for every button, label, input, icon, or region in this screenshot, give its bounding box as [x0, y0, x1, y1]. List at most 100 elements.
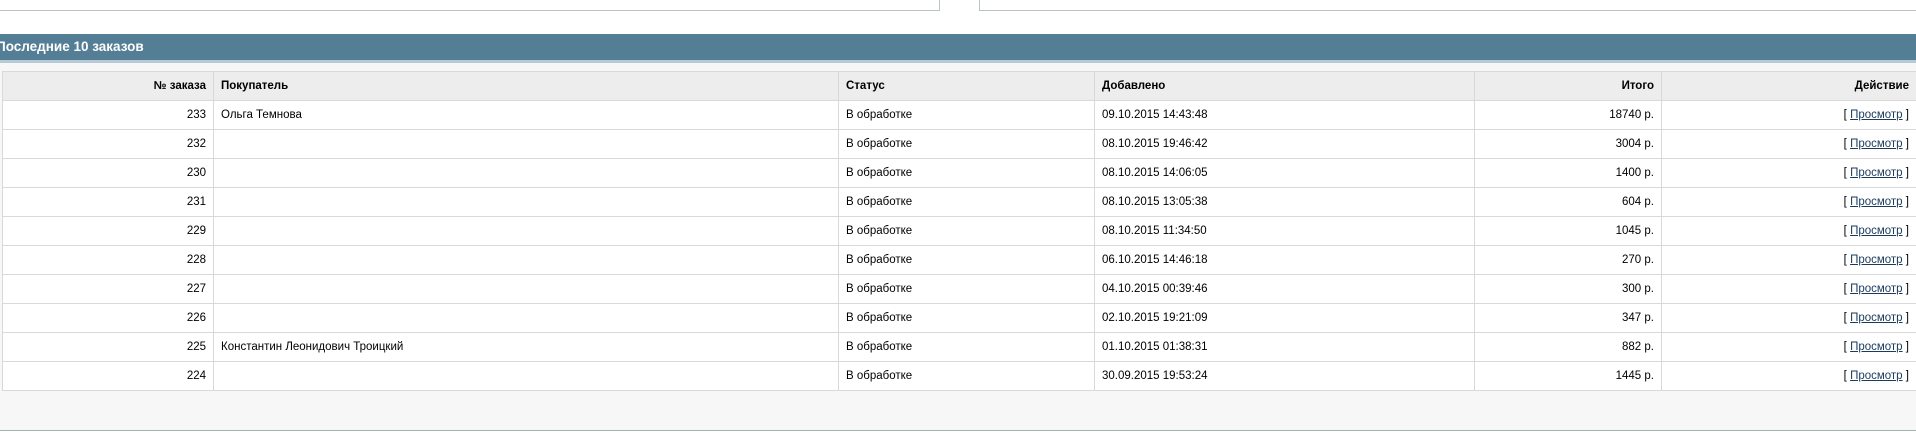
status-cell: В обработке	[838, 245, 1095, 275]
customer-cell	[213, 274, 839, 304]
total-cell: 300 р.	[1474, 274, 1662, 304]
bracket-open: [	[1843, 167, 1847, 179]
order-number-cell: 225	[2, 332, 214, 362]
latest-orders-panel: Последние 10 заказов № заказа Покупатель…	[0, 34, 1916, 431]
order-number-cell: 226	[2, 303, 214, 333]
total-cell: 882 р.	[1474, 332, 1662, 362]
table-row: 225 Константин Леонидович Троицкий В обраб…	[2, 332, 1916, 362]
added-date-cell: 06.10.2015 14:46:18	[1094, 245, 1475, 275]
order-number-cell: 228	[2, 245, 214, 275]
view-order-link[interactable]: Просмотр	[1850, 370, 1903, 382]
action-cell: [ Просмотр ]	[1661, 100, 1916, 130]
bracket-close: ]	[1905, 138, 1909, 150]
status-cell: В обработке	[838, 129, 1095, 159]
action-cell: [ Просмотр ]	[1661, 303, 1916, 333]
table-row: 228 В обработке 06.10.2015 14:46:18 270 р.[…	[2, 245, 1916, 275]
total-cell: 604 р.	[1474, 187, 1662, 217]
order-number-cell: 224	[2, 361, 214, 391]
customer-cell	[213, 158, 839, 188]
order-number-cell: 231	[2, 187, 214, 217]
bracket-close: ]	[1905, 109, 1909, 121]
action-cell: [ Просмотр ]	[1661, 158, 1916, 188]
customer-cell	[213, 361, 839, 391]
orders-table-head: № заказа Покупатель Статус Добавлено Ито…	[2, 71, 1916, 101]
total-cell: 1400 р.	[1474, 158, 1662, 188]
table-row: 232 В обработке 08.10.2015 19:46:42 3004 р.…	[2, 129, 1916, 159]
total-cell: 18740 р.	[1474, 100, 1662, 130]
status-cell: В обработке	[838, 158, 1095, 188]
column-header-total: Итого	[1474, 71, 1662, 101]
customer-cell	[213, 245, 839, 275]
added-date-cell: 08.10.2015 13:05:38	[1094, 187, 1475, 217]
added-date-cell: 02.10.2015 19:21:09	[1094, 303, 1475, 333]
bracket-open: [	[1843, 370, 1847, 382]
top-left-panel-edge	[0, 0, 940, 11]
bracket-close: ]	[1905, 312, 1909, 324]
added-date-cell: 04.10.2015 00:39:46	[1094, 274, 1475, 304]
action-cell: [ Просмотр ]	[1661, 129, 1916, 159]
view-order-link[interactable]: Просмотр	[1850, 167, 1903, 179]
customer-cell	[213, 187, 839, 217]
customer-cell	[213, 129, 839, 159]
panel-header: Последние 10 заказов	[0, 34, 1916, 63]
customer-cell	[213, 216, 839, 246]
view-order-link[interactable]: Просмотр	[1850, 283, 1903, 295]
view-order-link[interactable]: Просмотр	[1850, 196, 1903, 208]
status-cell: В обработке	[838, 332, 1095, 362]
status-cell: В обработке	[838, 187, 1095, 217]
orders-table: № заказа Покупатель Статус Добавлено Ито…	[2, 71, 1916, 391]
bracket-close: ]	[1905, 254, 1909, 266]
table-row: 233 Ольга Темнова В обработке 09.10.2015 14…	[2, 100, 1916, 130]
bracket-close: ]	[1905, 341, 1909, 353]
bracket-open: [	[1843, 283, 1847, 295]
order-number-cell: 227	[2, 274, 214, 304]
status-cell: В обработке	[838, 216, 1095, 246]
added-date-cell: 30.09.2015 19:53:24	[1094, 361, 1475, 391]
orders-table-wrap: № заказа Покупатель Статус Добавлено Ито…	[2, 71, 1916, 391]
table-row: 227 В обработке 04.10.2015 00:39:46 300 р.[…	[2, 274, 1916, 304]
status-cell: В обработке	[838, 100, 1095, 130]
table-row: 230 В обработке 08.10.2015 14:06:05 1400 р.…	[2, 158, 1916, 188]
total-cell: 3004 р.	[1474, 129, 1662, 159]
action-cell: [ Просмотр ]	[1661, 332, 1916, 362]
orders-table-body: 233 Ольга Темнова В обработке 09.10.2015 14…	[2, 100, 1916, 391]
action-cell: [ Просмотр ]	[1661, 274, 1916, 304]
bracket-open: [	[1843, 312, 1847, 324]
status-cell: В обработке	[838, 361, 1095, 391]
added-date-cell: 08.10.2015 19:46:42	[1094, 129, 1475, 159]
view-order-link[interactable]: Просмотр	[1850, 312, 1903, 324]
page: Последние 10 заказов № заказа Покупатель…	[0, 0, 1916, 440]
view-order-link[interactable]: Просмотр	[1850, 341, 1903, 353]
view-order-link[interactable]: Просмотр	[1850, 254, 1903, 266]
added-date-cell: 08.10.2015 14:06:05	[1094, 158, 1475, 188]
action-cell: [ Просмотр ]	[1661, 187, 1916, 217]
view-order-link[interactable]: Просмотр	[1850, 225, 1903, 237]
customer-cell: Ольга Темнова	[213, 100, 839, 130]
bracket-open: [	[1843, 138, 1847, 150]
table-row: 231 В обработке 08.10.2015 13:05:38 604 р.[…	[2, 187, 1916, 217]
added-date-cell: 09.10.2015 14:43:48	[1094, 100, 1475, 130]
view-order-link[interactable]: Просмотр	[1850, 109, 1903, 121]
added-date-cell: 01.10.2015 01:38:31	[1094, 332, 1475, 362]
total-cell: 347 р.	[1474, 303, 1662, 333]
action-cell: [ Просмотр ]	[1661, 361, 1916, 391]
order-number-cell: 233	[2, 100, 214, 130]
action-cell: [ Просмотр ]	[1661, 245, 1916, 275]
column-header-customer: Покупатель	[213, 71, 839, 101]
order-number-cell: 232	[2, 129, 214, 159]
column-header-order-no: № заказа	[2, 71, 214, 101]
column-header-added: Добавлено	[1094, 71, 1475, 101]
total-cell: 1045 р.	[1474, 216, 1662, 246]
bracket-open: [	[1843, 196, 1847, 208]
panel-title: Последние 10 заказов	[0, 39, 144, 54]
added-date-cell: 08.10.2015 11:34:50	[1094, 216, 1475, 246]
bracket-close: ]	[1905, 283, 1909, 295]
total-cell: 270 р.	[1474, 245, 1662, 275]
customer-cell: Константин Леонидович Троицкий	[213, 332, 839, 362]
table-row: 226 В обработке 02.10.2015 19:21:09 347 р.[…	[2, 303, 1916, 333]
bracket-close: ]	[1905, 196, 1909, 208]
bracket-open: [	[1843, 109, 1847, 121]
column-header-action: Действие	[1661, 71, 1916, 101]
top-right-panel-edge	[979, 0, 1916, 11]
view-order-link[interactable]: Просмотр	[1850, 138, 1903, 150]
